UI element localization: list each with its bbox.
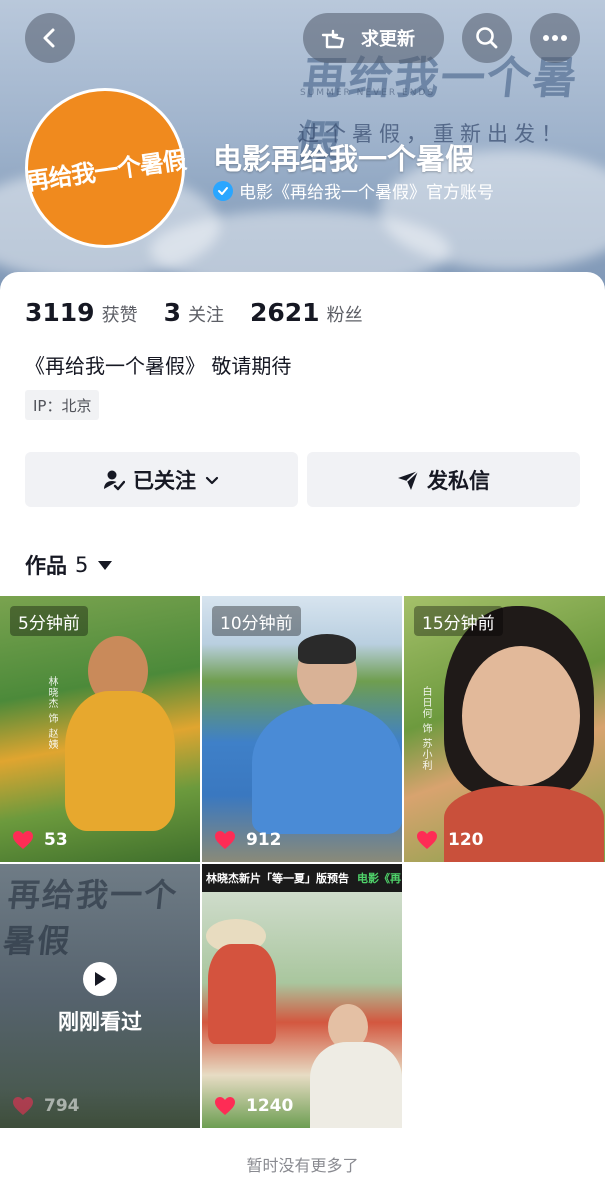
followers-label: 粉丝 — [326, 305, 363, 326]
like-count-value: 912 — [246, 830, 282, 850]
caret-down-icon — [98, 560, 113, 570]
thumbnail-figure — [65, 691, 175, 831]
heart-icon — [215, 1097, 235, 1115]
thumbnail-overlay-text: 林晓杰 饰 赵姨 — [46, 676, 57, 751]
works-count: 5 — [75, 553, 89, 577]
video-caption: 林晓杰新片「等一夏」版预告 电影《再 — [202, 864, 402, 892]
play-icon — [83, 962, 117, 996]
post-time: 5分钟前 — [10, 606, 88, 636]
video-tile[interactable]: 林晓杰新片「等一夏」版预告 电影《再 1240 — [202, 864, 402, 1128]
recently-watched-label: 刚刚看过 — [58, 1010, 142, 1034]
avatar-logo-text: 再给我一个暑假 — [23, 144, 188, 196]
no-more-content-text: 暂时没有更多了 — [246, 1156, 359, 1175]
video-tile[interactable]: 10分钟前 912 — [202, 596, 402, 862]
following-button[interactable]: 已关注 — [25, 452, 298, 507]
like-count: 912 — [214, 830, 282, 850]
thumbnail-figure — [208, 944, 276, 1044]
like-count: 53 — [12, 830, 68, 850]
thumbnail-figure — [298, 634, 356, 664]
thumbnail-figure — [462, 646, 580, 786]
verified-icon — [213, 180, 233, 201]
request-update-button[interactable]: 求更新 — [303, 13, 444, 63]
send-message-button[interactable]: 发私信 — [307, 452, 580, 507]
chevron-down-icon — [204, 472, 220, 488]
verification-row: 电影《再给我一个暑假》官方账号 — [213, 178, 494, 203]
like-count-value: 53 — [44, 830, 68, 850]
video-tile[interactable]: 林晓杰 饰 赵姨 5分钟前 53 — [0, 596, 200, 862]
like-count: 1240 — [214, 1096, 293, 1116]
video-caption-text: 林晓杰新片「等一夏」版预告 — [206, 872, 349, 885]
verification-text: 电影《再给我一个暑假》官方账号 — [239, 183, 494, 203]
ip-location-text: IP：北京 — [33, 396, 92, 415]
send-icon — [397, 469, 419, 491]
thumbnail-figure — [444, 786, 604, 862]
thumbnail-overlay-text: 白日何 饰 苏小利 — [420, 686, 431, 772]
banner-subtitle: SUMMER NEVER ENDS — [300, 88, 436, 98]
ip-location-tag: IP：北京 — [25, 390, 100, 420]
thumbnail-figure — [252, 704, 402, 834]
video-tile[interactable]: 再给我一个暑假 刚刚看过 794 — [0, 864, 200, 1128]
following-count[interactable]: 3 — [164, 298, 181, 327]
heart-icon — [13, 831, 33, 849]
more-dots-icon — [543, 35, 567, 41]
following-label: 关注 — [188, 305, 224, 326]
post-time: 15分钟前 — [414, 606, 503, 636]
thumbnail-figure — [310, 1042, 402, 1128]
stats-row: 3119 获赞 3 关注 2621 粉丝 — [25, 298, 389, 327]
profile-bio: 《再给我一个暑假》 敬请期待 — [25, 354, 292, 378]
like-count: 794 — [12, 1096, 80, 1116]
works-label: 作品 — [25, 554, 67, 578]
post-time: 10分钟前 — [212, 606, 301, 636]
like-count: 120 — [416, 830, 484, 850]
works-tab[interactable]: 作品 5 — [25, 550, 113, 580]
send-message-label: 发私信 — [427, 468, 490, 493]
like-count-value: 120 — [448, 830, 484, 850]
recently-watched-overlay: 刚刚看过 — [0, 962, 200, 1036]
profile-name: 电影再给我一个暑假 — [213, 142, 475, 176]
request-update-label: 求更新 — [361, 29, 415, 50]
likes-label: 获赞 — [101, 305, 138, 326]
more-button[interactable] — [530, 13, 580, 63]
user-check-icon — [103, 469, 125, 491]
heart-icon — [215, 831, 235, 849]
following-button-label: 已关注 — [133, 468, 196, 493]
likes-count[interactable]: 3119 — [25, 298, 95, 327]
thumbnail-calligraphy: 再给我一个暑假 — [1, 876, 181, 960]
chevron-left-icon — [43, 28, 55, 48]
heart-icon — [417, 831, 437, 849]
search-button[interactable] — [462, 13, 512, 63]
video-caption-tag: 电影《再 — [357, 872, 401, 885]
video-tile[interactable]: 白日何 饰 苏小利 15分钟前 120 — [404, 596, 605, 862]
avatar[interactable]: 再给我一个暑假 — [23, 88, 188, 248]
back-button[interactable] — [25, 13, 75, 63]
search-icon — [476, 27, 498, 49]
followers-count[interactable]: 2621 — [250, 298, 320, 327]
like-count-value: 794 — [44, 1096, 80, 1116]
hand-point-icon — [321, 29, 345, 49]
like-count-value: 1240 — [246, 1096, 294, 1116]
heart-icon — [13, 1097, 33, 1115]
